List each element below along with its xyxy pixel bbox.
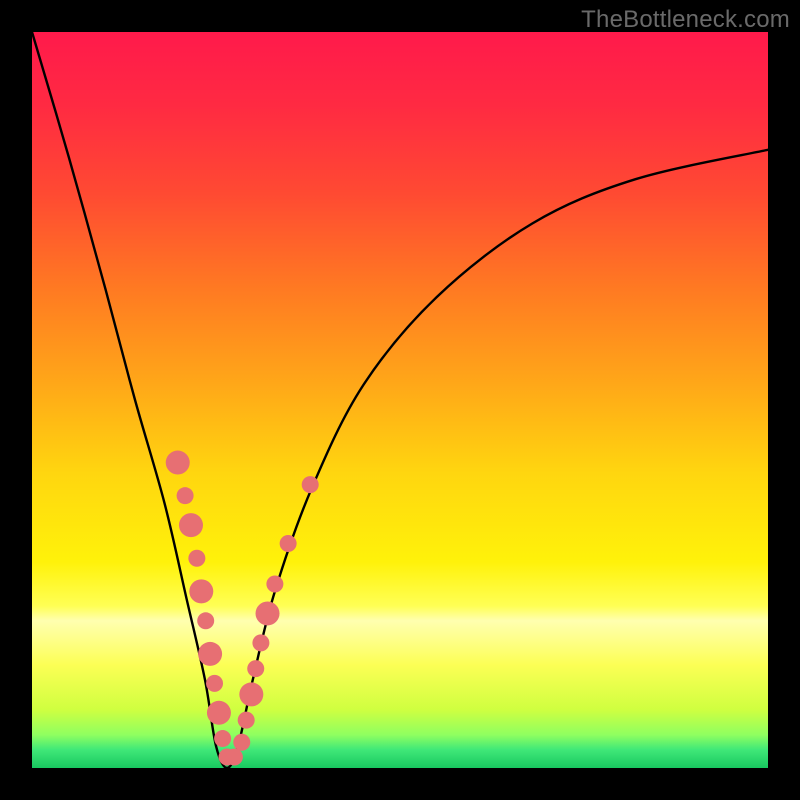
outer-frame: TheBottleneck.com <box>0 0 800 800</box>
marker-dot <box>302 476 319 493</box>
marker-dot <box>247 660 264 677</box>
marker-dot <box>189 579 213 603</box>
marker-dot <box>206 675 223 692</box>
marker-dot <box>198 642 222 666</box>
marker-dot <box>166 451 190 475</box>
marker-dot <box>239 682 263 706</box>
curve-layer <box>32 32 768 768</box>
marker-dot <box>207 701 231 725</box>
marker-dot <box>280 535 297 552</box>
marker-dot <box>179 513 203 537</box>
marker-dot <box>266 576 283 593</box>
marker-dot <box>238 712 255 729</box>
marker-dot <box>177 487 194 504</box>
marker-dot <box>233 734 250 751</box>
marker-dot <box>214 730 231 747</box>
marker-dot <box>252 634 269 651</box>
marker-dot <box>197 612 214 629</box>
watermark-text: TheBottleneck.com <box>581 6 790 34</box>
marker-dot <box>256 601 280 625</box>
marker-dot <box>226 748 243 765</box>
plot-area <box>32 32 768 768</box>
marker-dot <box>188 550 205 567</box>
bottleneck-curve <box>32 32 768 768</box>
